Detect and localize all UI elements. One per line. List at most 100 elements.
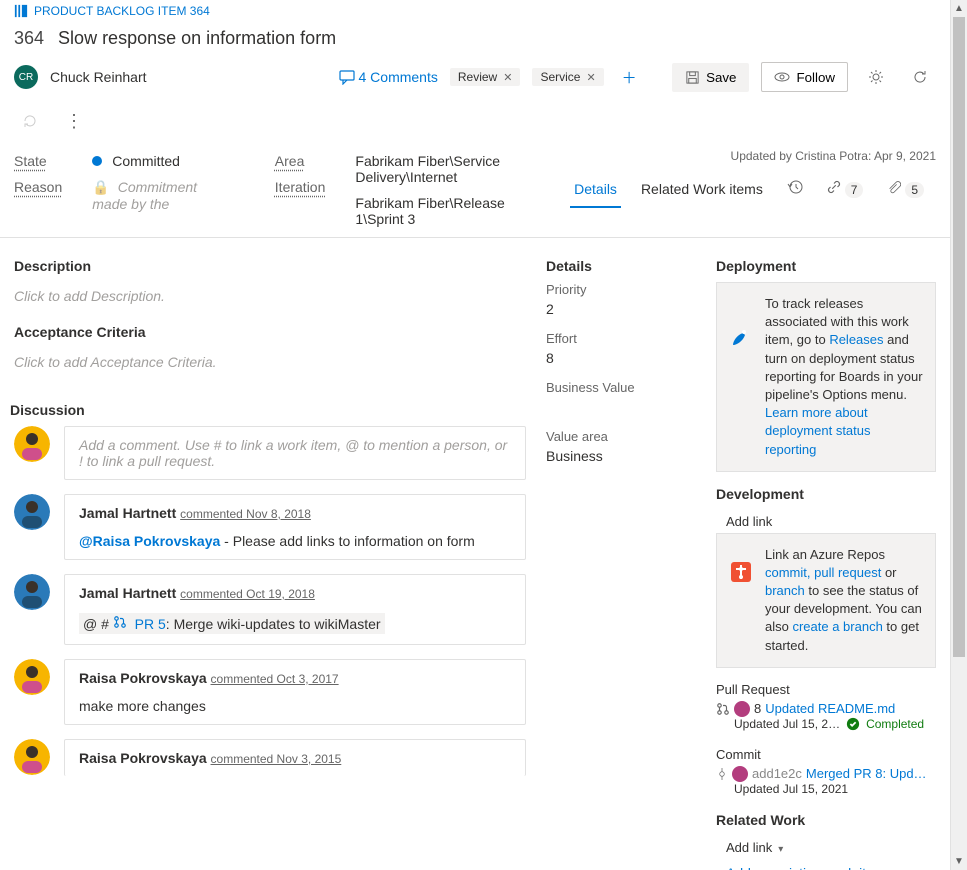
description-heading: Description (14, 258, 526, 274)
pull-request-icon (716, 702, 730, 716)
effort-label: Effort (546, 331, 696, 346)
comment-date[interactable]: commented Oct 19, 2018 (180, 587, 315, 601)
link-icon (827, 180, 841, 194)
breadcrumb[interactable]: PRODUCT BACKLOG ITEM 364 (0, 0, 950, 22)
follow-button[interactable]: Follow (761, 62, 848, 92)
add-parent-link[interactable]: Add an existing work item as a parent (726, 865, 916, 870)
updated-text: Updated by Cristina Potra: Apr 9, 2021 (717, 143, 950, 169)
priority-value[interactable]: 2 (546, 297, 696, 323)
undo-icon (22, 113, 38, 129)
gear-icon (868, 69, 884, 85)
commit-link[interactable]: Merged PR 8: Upd… (806, 766, 927, 781)
comment-date[interactable]: commented Nov 8, 2018 (180, 507, 311, 521)
deployment-heading: Deployment (716, 258, 936, 274)
backlog-icon (14, 4, 28, 18)
commit-updated: Updated Jul 15, 2021 (734, 782, 936, 796)
save-icon (685, 70, 700, 85)
scroll-down-button[interactable]: ▼ (951, 853, 967, 870)
business-value-value[interactable] (546, 395, 696, 421)
tab-details[interactable]: Details (562, 171, 629, 207)
comments-link[interactable]: 4 Comments (339, 69, 438, 85)
business-value-label: Business Value (546, 380, 696, 395)
learn-more-link[interactable]: Learn more about deployment status repor… (765, 405, 871, 456)
tab-history[interactable] (775, 169, 815, 208)
discussion-heading: Discussion (10, 402, 526, 418)
comment-input[interactable]: Add a comment. Use # to link a work item… (64, 426, 526, 480)
refresh-icon (912, 69, 928, 85)
pr-link[interactable]: Updated README.md (765, 701, 895, 716)
description-field[interactable]: Click to add Description. (14, 282, 526, 316)
pull-request-icon (113, 615, 127, 629)
rocket-icon (729, 325, 753, 349)
effort-value[interactable]: 8 (546, 346, 696, 372)
priority-label: Priority (546, 282, 696, 297)
comment-author[interactable]: Raisa Pokrovskaya (79, 750, 207, 766)
mention-link[interactable]: @Raisa Pokrovskaya (79, 533, 220, 549)
commit-hash: add1e2c (752, 766, 802, 781)
tag-remove-icon[interactable]: ✕ (503, 71, 512, 84)
tab-links[interactable]: 7 (815, 170, 876, 207)
value-area-label: Value area (546, 429, 696, 444)
settings-button[interactable] (860, 61, 892, 93)
pull-request-heading: Pull Request (716, 682, 936, 697)
scroll-thumb[interactable] (953, 17, 965, 657)
save-button[interactable]: Save (672, 63, 749, 92)
comment-icon (339, 69, 355, 85)
undo-button[interactable] (14, 105, 46, 137)
tab-attachments[interactable]: 5 (875, 170, 936, 207)
tag-review[interactable]: Review✕ (450, 68, 521, 86)
comment-author[interactable]: Jamal Hartnett (79, 585, 176, 601)
avatar-icon (14, 659, 50, 695)
pr-status: Completed (866, 717, 924, 731)
comment-date[interactable]: commented Oct 3, 2017 (211, 672, 339, 686)
work-item-title[interactable]: Slow response on information form (58, 28, 336, 49)
comment-item: Raisa Pokrovskaya commented Nov 3, 2015 (14, 739, 526, 776)
comment-date[interactable]: commented Nov 3, 2015 (211, 752, 342, 766)
pr-link[interactable]: PR 5 (135, 616, 166, 632)
create-branch-link[interactable]: create a branch (792, 619, 882, 634)
tag-service[interactable]: Service✕ (532, 68, 603, 86)
area-field[interactable]: Fabrikam Fiber\Service Delivery\Internet (355, 153, 534, 185)
comment-item: Jamal Hartnett commented Nov 8, 2018 @Ra… (14, 494, 526, 560)
add-tag-button[interactable]: ＋ (616, 65, 643, 90)
lock-icon: 🔒 (92, 179, 109, 195)
scroll-up-button[interactable]: ▲ (951, 0, 967, 17)
more-button[interactable]: ⋮ (58, 105, 90, 137)
state-label: State (14, 153, 62, 169)
comment-body: make more changes (79, 698, 511, 714)
iteration-field[interactable]: Fabrikam Fiber\Release 1\Sprint 3 (355, 195, 534, 227)
breadcrumb-text: PRODUCT BACKLOG ITEM 364 (34, 4, 210, 18)
assignee-avatar[interactable]: CR (14, 65, 38, 89)
add-link-button[interactable]: Add link (716, 510, 936, 533)
acceptance-heading: Acceptance Criteria (14, 324, 526, 340)
attachment-icon (887, 180, 901, 194)
value-area-value[interactable]: Business (546, 444, 696, 470)
assignee-name[interactable]: Chuck Reinhart (50, 69, 147, 85)
avatar-icon (14, 739, 50, 775)
add-link-button[interactable]: Add link▾ (716, 836, 936, 859)
commit-pr-link[interactable]: commit, pull request (765, 565, 881, 580)
comment-item: Raisa Pokrovskaya commented Oct 3, 2017 … (14, 659, 526, 725)
tag-remove-icon[interactable]: ✕ (586, 71, 595, 84)
comment-author[interactable]: Raisa Pokrovskaya (79, 670, 207, 686)
branch-link[interactable]: branch (765, 583, 805, 598)
pr-updated: Updated Jul 15, 2… (734, 717, 840, 731)
area-label: Area (275, 153, 326, 169)
tab-related[interactable]: Related Work items (629, 171, 775, 207)
refresh-button[interactable] (904, 61, 936, 93)
development-heading: Development (716, 486, 936, 502)
acceptance-field[interactable]: Click to add Acceptance Criteria. (14, 348, 526, 382)
eye-icon (774, 69, 790, 85)
history-icon (787, 179, 803, 195)
avatar-icon (734, 701, 750, 717)
avatar-icon (14, 574, 50, 610)
scrollbar[interactable]: ▲ ▼ (950, 0, 967, 870)
releases-link[interactable]: Releases (829, 332, 883, 347)
state-field[interactable]: Committed (92, 153, 225, 169)
check-icon (846, 717, 860, 731)
avatar-icon (732, 766, 748, 782)
commit-icon (716, 768, 728, 780)
comment-author[interactable]: Jamal Hartnett (79, 505, 176, 521)
iteration-label: Iteration (275, 179, 326, 195)
reason-field[interactable]: 🔒Commitment made by the (92, 179, 225, 212)
